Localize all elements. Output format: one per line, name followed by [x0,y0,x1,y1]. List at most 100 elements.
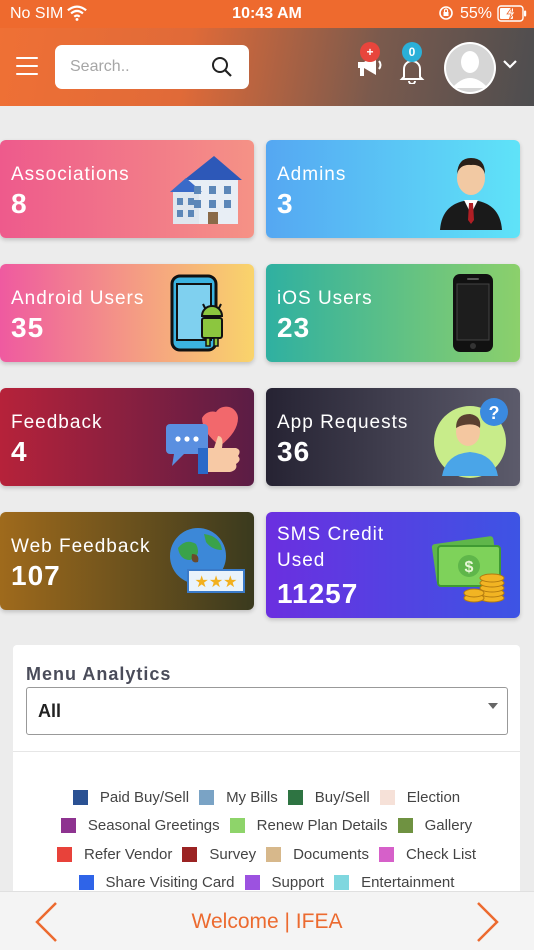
legend-item[interactable]: Support [244,873,325,893]
legend-label: Election [406,788,461,806]
card-label: App Requests [277,412,409,433]
card-label: SMS Credit Used [277,524,385,571]
legend-label: Seasonal Greetings [87,817,220,834]
legend-swatch [72,789,88,805]
dropdown-arrow-icon[interactable] [488,703,498,709]
admins-card[interactable]: Admins 3 [266,140,520,238]
legend-label: Entertainment [361,874,455,891]
card-label: Android Users [11,288,145,309]
legend-row: Refer Vendor Survey Documents Check List [13,844,520,873]
card-value: 4 [11,436,28,467]
legend-item[interactable]: Documents [266,844,369,864]
associations-card[interactable]: Associations 8 [0,140,254,238]
card-label: Admins [277,164,347,185]
legend-item[interactable]: My Bills [199,787,278,807]
announcement-badge[interactable]: + [360,42,380,62]
legend-label: Paid Buy/Sell [99,788,190,806]
legend-item[interactable]: Refer Vendor [57,844,172,864]
card-value: 36 [277,436,311,467]
legend-item[interactable]: Check List [378,844,476,864]
legend-item[interactable]: Entertainment [334,873,454,893]
battery-percent: 55% [460,5,493,22]
menu-analytics-panel: Menu Analytics All Paid Buy/Sell My Bills… [13,645,520,905]
legend-swatch [199,789,215,805]
feedback-card[interactable]: Feedback 4 [0,388,254,486]
legend-swatch [60,818,76,833]
legend-item[interactable]: Share Visiting Card [78,873,235,893]
android-users-card[interactable]: Android Users 35 [0,264,254,362]
card-value: 11257 [277,578,359,609]
analytics-filter-select[interactable]: All [26,687,508,735]
businessman-icon [440,158,502,230]
battery-charging-icon [497,5,527,22]
building-icon [170,156,242,224]
money-icon: $ [431,536,505,603]
legend-label: Survey [209,845,257,863]
legend-row: Seasonal Greetings Renew Plan Details Gall… [13,816,520,845]
rotation-lock-icon [439,6,453,20]
svg-text:$: $ [465,559,474,576]
chevron-down-icon[interactable] [502,58,518,70]
legend-label: Documents [293,845,369,863]
avatar[interactable] [444,42,496,94]
legend-item[interactable]: Election [379,787,461,807]
card-label: Associations [11,164,130,185]
app-requests-card[interactable]: App Requests 36 ? [266,388,520,486]
card-value: 3 [277,188,294,219]
chart-legend: Paid Buy/Sell My Bills Buy/Sell Election Sea… [13,787,520,901]
divider [13,751,520,752]
ios-users-card[interactable]: iOS Users 23 [266,264,520,362]
card-value: 8 [11,188,28,219]
card-label: Web Feedback [11,536,151,557]
legend-item[interactable]: Survey [182,844,256,864]
legend-swatch [57,846,72,862]
legend-swatch [287,789,303,805]
legend-label: Gallery [424,817,473,834]
question-person-icon: ? [434,398,508,478]
chevron-right-icon[interactable] [474,900,502,944]
legend-label: Refer Vendor [84,845,173,863]
search-input[interactable]: Search.. [55,45,249,89]
legend-item[interactable]: Buy/Sell [287,787,370,807]
card-value: 35 [11,312,45,343]
legend-label: Buy/Sell [314,788,370,806]
legend-swatch [244,875,260,890]
feedback-icon [166,406,240,474]
legend-label: Support [271,874,325,891]
notification-badge[interactable]: 0 [402,42,422,62]
hamburger-menu-icon[interactable] [16,57,38,75]
legend-label: Renew Plan Details [256,817,388,834]
legend-swatch [266,846,282,862]
svg-text:★★★: ★★★ [194,572,237,591]
legend-label: Check List [405,845,476,863]
legend-item[interactable]: Gallery [397,816,473,836]
app-header: Search.. + 0 [0,28,534,106]
sms-credit-card[interactable]: SMS Credit Used 11257 $ [266,512,520,618]
card-label: iOS Users [277,288,373,309]
footer-title: Welcome | IFEA [191,910,343,933]
select-value: All [38,701,62,721]
legend-item[interactable]: Seasonal Greetings [60,816,220,836]
globe-rating-icon: ★★★ [170,528,245,593]
legend-swatch [378,846,394,862]
legend-label: My Bills [226,788,278,806]
panel-title: Menu Analytics [26,664,172,684]
legend-row: Paid Buy/Sell My Bills Buy/Sell Election [13,787,520,816]
card-label: Feedback [11,412,103,433]
legend-item[interactable]: Paid Buy/Sell [72,787,190,807]
user-silhouette-icon [446,44,494,92]
legend-item[interactable]: Renew Plan Details [229,816,388,836]
iphone-icon [453,274,493,352]
legend-swatch [379,789,395,805]
svg-text:?: ? [489,403,500,423]
card-value: 23 [277,312,311,343]
search-placeholder: Search.. [70,58,130,75]
legend-swatch [182,846,198,862]
android-phone-icon [170,274,224,352]
card-value: 107 [11,560,61,591]
search-icon[interactable] [211,56,233,78]
web-feedback-card[interactable]: Web Feedback 107 ★★★ [0,512,254,610]
legend-swatch [397,818,413,833]
legend-swatch [229,818,245,833]
status-bar: No SIM 10:43 AM 55% [0,0,534,28]
